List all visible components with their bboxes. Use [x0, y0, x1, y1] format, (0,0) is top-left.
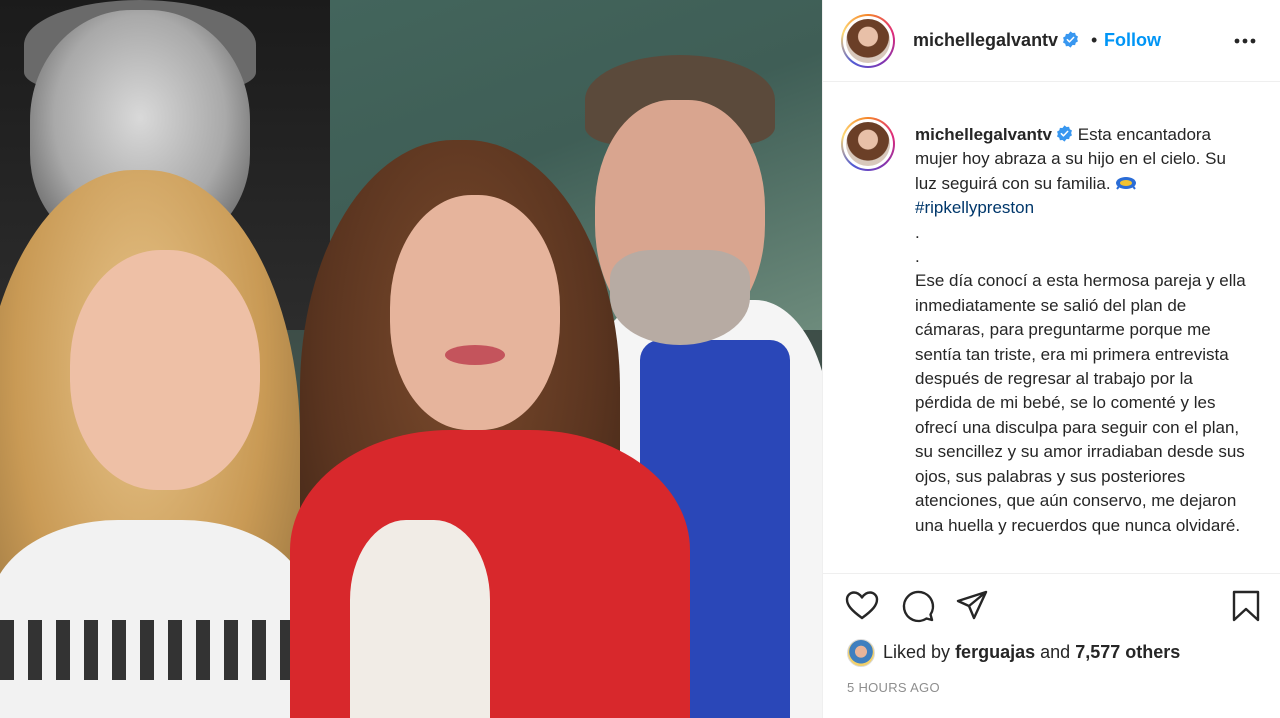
follow-button[interactable]: Follow: [1104, 30, 1161, 51]
caption-username[interactable]: michellegalvantv: [915, 125, 1052, 144]
caption-line-dot-2: .: [915, 247, 920, 267]
ribbon-emoji-icon: [1116, 176, 1137, 190]
caption-body: Ese día conocí a esta hermosa pareja y e…: [915, 271, 1251, 535]
likes-summary: Liked by ferguajas and 7,577 others: [847, 637, 1180, 668]
verified-badge-icon: [1057, 125, 1072, 142]
liker-username[interactable]: ferguajas: [955, 642, 1035, 662]
liker-avatar[interactable]: [847, 639, 875, 668]
post-photo[interactable]: [0, 0, 822, 718]
photo-person-left: [70, 250, 260, 490]
share-icon[interactable]: [955, 589, 989, 623]
likes-and: and: [1040, 642, 1071, 662]
hashtag-link[interactable]: #ripkellypreston: [915, 198, 1034, 217]
comment-icon[interactable]: [901, 589, 935, 623]
heart-icon[interactable]: [845, 589, 879, 623]
caption-line-dot-1: .: [915, 222, 920, 242]
caption-avatar[interactable]: [841, 117, 895, 171]
post-side-panel: michellegalvantv • Follow michellegalvan…: [822, 0, 1280, 718]
caption-text: michellegalvantv Esta encantadora mujer …: [915, 123, 1251, 538]
more-options-icon[interactable]: [1231, 33, 1259, 49]
verified-badge-icon: [1063, 31, 1079, 48]
avatar[interactable]: [841, 14, 895, 68]
post-header: michellegalvantv • Follow: [823, 0, 1280, 82]
separator-dot: •: [1091, 30, 1098, 50]
photo-person-center: [390, 195, 560, 430]
likes-others-link[interactable]: 7,577 others: [1075, 642, 1180, 662]
likes-prefix: Liked by: [883, 642, 951, 662]
post-actions: Liked by ferguajas and 7,577 others 5 HO…: [823, 573, 1280, 718]
header-username[interactable]: michellegalvantv: [913, 30, 1079, 51]
username-text[interactable]: michellegalvantv: [913, 30, 1058, 50]
post-timestamp[interactable]: 5 HOURS AGO: [847, 680, 940, 695]
bookmark-icon[interactable]: [1229, 589, 1263, 623]
post-caption: michellegalvantv Esta encantadora mujer …: [823, 83, 1280, 573]
